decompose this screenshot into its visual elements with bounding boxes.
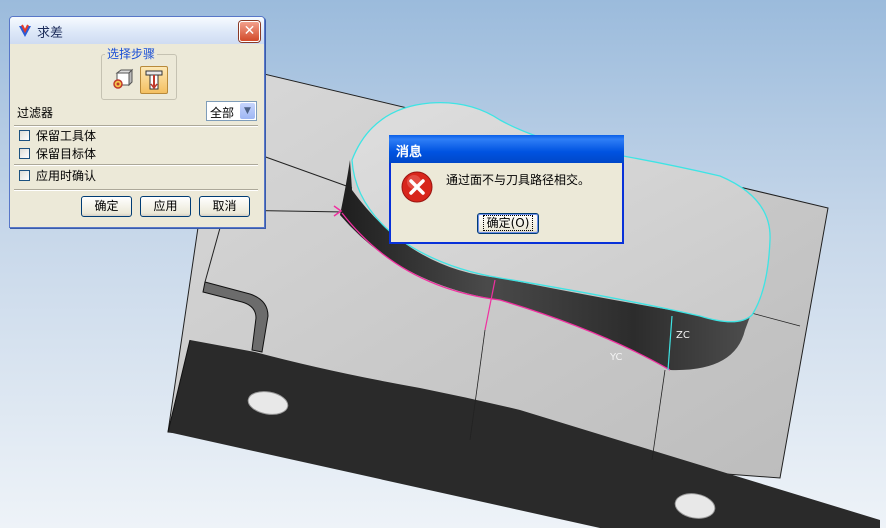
subtract-dialog: 求差 ✕ 选择步骤 过滤器 全部 ▼ 保留工具体 保留目标体 应用时确认 确定 …	[9, 16, 265, 228]
keep-target-body-checkbox[interactable]	[19, 148, 30, 159]
message-dialog: 消息 通过面不与刀具路径相交。 确定(O)	[389, 135, 624, 244]
select-target-body-icon	[113, 68, 134, 89]
filter-value: 全部	[210, 106, 235, 120]
cancel-button[interactable]: 取消	[199, 196, 250, 217]
filter-label: 过滤器	[17, 106, 54, 120]
select-target-body-button[interactable]	[108, 66, 136, 94]
divider	[14, 164, 258, 166]
error-icon	[401, 171, 433, 203]
keep-target-body-label: 保留目标体	[36, 147, 97, 161]
confirm-on-apply-checkbox[interactable]	[19, 170, 30, 181]
divider	[14, 189, 258, 191]
confirm-on-apply-label: 应用时确认	[36, 169, 97, 183]
zc-axis-label: ZC	[676, 330, 690, 341]
yc-axis-label: YC	[610, 352, 623, 363]
close-icon: ✕	[243, 23, 256, 39]
subtract-dialog-titlebar[interactable]: 求差 ✕	[10, 17, 264, 44]
message-ok-button[interactable]: 确定(O)	[477, 213, 539, 234]
keep-tool-body-checkbox[interactable]	[19, 130, 30, 141]
chevron-down-icon[interactable]: ▼	[240, 103, 255, 119]
selection-steps-label: 选择步骤	[105, 45, 158, 62]
message-ok-label: 确定(O)	[482, 215, 534, 231]
close-button[interactable]: ✕	[239, 21, 260, 42]
filter-select[interactable]: 全部 ▼	[206, 101, 257, 121]
keep-tool-body-label: 保留工具体	[36, 129, 97, 143]
select-tool-body-icon	[145, 70, 163, 90]
select-tool-body-button[interactable]	[140, 66, 168, 94]
message-dialog-title: 消息	[396, 145, 423, 160]
message-dialog-titlebar[interactable]: 消息	[389, 135, 624, 163]
ok-button[interactable]: 确定	[81, 196, 132, 217]
message-text: 通过面不与刀具路径相交。	[446, 173, 591, 187]
subtract-dialog-title: 求差	[37, 26, 64, 41]
apply-button[interactable]: 应用	[140, 196, 191, 217]
app-icon	[19, 24, 31, 37]
